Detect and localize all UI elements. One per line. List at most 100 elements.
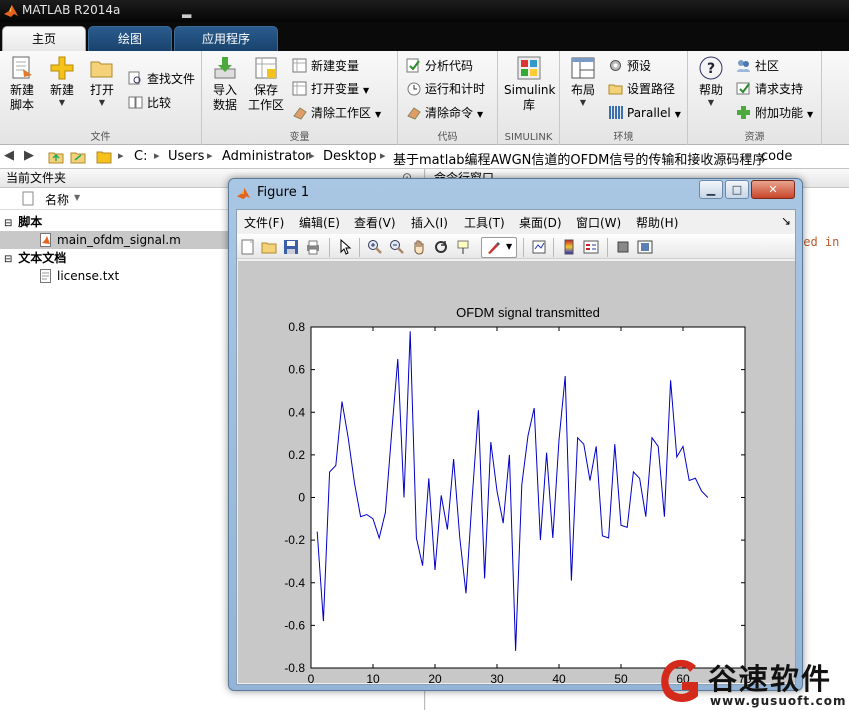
minimize-icon[interactable]: ▂	[182, 4, 191, 18]
menu-file[interactable]: 文件(F)	[244, 214, 284, 231]
folder-icon	[96, 151, 112, 164]
path-crumb[interactable]: Users	[168, 149, 204, 164]
path-crumb[interactable]: Administrator	[222, 149, 311, 164]
figure-toolbar: ▼	[237, 234, 795, 259]
code-group-label: 代码	[437, 132, 458, 143]
collapse-icon[interactable]: ⊟	[4, 218, 12, 229]
link-plot-icon[interactable]	[531, 239, 547, 255]
menu-desktop[interactable]: 桌面(D)	[519, 214, 562, 231]
matlab-file-icon	[40, 233, 51, 247]
menu-edit[interactable]: 编辑(E)	[299, 214, 340, 231]
figure-canvas: 0 10 20 30 40 50 60 70 0.8 0.6 0.4 0.2 0 -0.2 -0.4 -0.6…	[238, 261, 795, 683]
analyze-code-button[interactable]: 分析代码	[406, 56, 473, 76]
clear-commands-icon	[407, 107, 421, 120]
path-separator: ▸	[746, 149, 752, 162]
environment-group-label: 环境	[613, 132, 634, 143]
import-icon	[214, 57, 236, 79]
simulink-library-button[interactable]: Simulink 库	[504, 55, 555, 113]
colorbar-icon[interactable]	[561, 239, 577, 255]
hide-plot-tools-icon[interactable]	[615, 239, 631, 255]
menu-tools[interactable]: 工具(T)	[464, 214, 505, 231]
run-and-time-button[interactable]: 运行和计时	[406, 79, 485, 99]
ribbon: 新建 脚本 新建 ▼ 打开 ▼ 查找文件 比较 文件 导入 数据 保存 工作区 新建变量	[0, 51, 849, 145]
back-icon[interactable]: ◀	[4, 148, 14, 163]
axes-background[interactable]	[310, 326, 746, 669]
new-figure-icon[interactable]	[240, 239, 256, 255]
toolbar-separator	[553, 238, 554, 257]
find-files-button[interactable]: 查找文件	[128, 69, 195, 89]
rotate-3d-icon[interactable]	[433, 239, 449, 255]
x-tick-label: 30	[490, 672, 504, 683]
figure-menubar: 文件(F) 编辑(E) 查看(V) 插入(I) 工具(T) 桌面(D) 窗口(W…	[237, 210, 795, 233]
path-crumb[interactable]: code	[761, 149, 792, 164]
request-support-button[interactable]: 请求支持	[736, 79, 803, 99]
import-data-button[interactable]: 导入 数据	[206, 55, 244, 113]
open-file-icon[interactable]	[261, 239, 277, 255]
up-folder-icon[interactable]	[48, 149, 64, 165]
new-variable-button[interactable]: 新建变量	[292, 56, 359, 76]
set-path-button[interactable]: 设置路径	[608, 79, 675, 99]
watermark: 谷速软件 www.gusuoft.com	[652, 652, 849, 710]
toolbar-separator	[607, 238, 608, 257]
close-button[interactable]: ✕	[751, 180, 795, 199]
find-files-icon	[128, 71, 141, 85]
window-title: MATLAB R2014a	[22, 3, 121, 17]
path-crumb[interactable]: C:	[134, 149, 147, 164]
simulink-group: Simulink 库 SIMULINK	[498, 51, 560, 145]
menubar-expand-icon[interactable]: ↘	[781, 214, 791, 228]
menu-help[interactable]: 帮助(H)	[636, 214, 678, 231]
community-button[interactable]: 社区	[736, 56, 779, 76]
path-crumb[interactable]: 基于matlab编程AWGN信道的OFDM信号的传输和接收源码程序	[393, 149, 765, 168]
zoom-in-icon[interactable]	[367, 239, 383, 255]
y-tick-label: 0.2	[288, 448, 305, 462]
text-file-icon	[40, 269, 51, 283]
path-separator: ▸	[309, 149, 315, 162]
address-bar: ◀ ▶ ▸ C: ▸ Users ▸ Administrator ▸ Deskt…	[0, 145, 849, 169]
y-tick-label: -0.2	[284, 533, 305, 547]
browse-folder-icon[interactable]	[70, 149, 86, 165]
sort-icon[interactable]: ▼	[74, 193, 80, 202]
save-icon[interactable]	[283, 239, 299, 255]
figure-client-area: 文件(F) 编辑(E) 查看(V) 插入(I) 工具(T) 桌面(D) 窗口(W…	[236, 209, 796, 685]
forward-icon[interactable]: ▶	[24, 148, 34, 163]
tab-plots[interactable]: 绘图	[88, 26, 172, 51]
open-button[interactable]: 打开 ▼	[84, 55, 120, 108]
layout-button[interactable]: 布局 ▼	[564, 55, 602, 108]
maximize-button[interactable]: □	[725, 180, 749, 199]
menu-view[interactable]: 查看(V)	[354, 214, 396, 231]
tab-apps[interactable]: 应用程序	[174, 26, 278, 51]
clear-workspace-button[interactable]: 清除工作区 ▼	[292, 103, 381, 123]
pan-icon[interactable]	[411, 239, 427, 255]
brush-dropdown-icon[interactable]: ▼	[506, 242, 512, 251]
add-ons-button[interactable]: 附加功能 ▼	[736, 103, 813, 123]
path-separator: ▸	[380, 149, 386, 162]
help-button[interactable]: ? 帮助 ▼	[694, 55, 728, 108]
minimize-button[interactable]: ▁	[699, 180, 723, 199]
zoom-out-icon[interactable]	[389, 239, 405, 255]
clear-commands-button[interactable]: 清除命令 ▼	[406, 103, 483, 123]
chart-title: OFDM signal transmitted	[456, 305, 600, 320]
data-cursor-icon[interactable]	[455, 239, 471, 255]
add-ons-icon	[737, 106, 750, 119]
matlab-logo-icon	[236, 187, 251, 200]
parallel-button[interactable]: Parallel ▼	[608, 103, 681, 123]
pointer-icon[interactable]	[337, 239, 353, 255]
tab-home[interactable]: 主页	[2, 26, 86, 51]
open-variable-icon	[292, 81, 307, 96]
new-button[interactable]: 新建 ▼	[44, 55, 80, 108]
menu-insert[interactable]: 插入(I)	[411, 214, 448, 231]
menu-window[interactable]: 窗口(W)	[576, 214, 621, 231]
print-icon[interactable]	[305, 239, 321, 255]
show-plot-tools-icon[interactable]	[637, 239, 653, 255]
path-crumb[interactable]: Desktop	[323, 149, 377, 164]
preferences-button[interactable]: 预设	[608, 56, 651, 76]
brush-button[interactable]: ▼	[481, 237, 517, 258]
legend-icon[interactable]	[583, 239, 599, 255]
new-script-button[interactable]: 新建 脚本	[4, 55, 40, 113]
save-workspace-button[interactable]: 保存 工作区	[246, 55, 286, 113]
open-variable-button[interactable]: 打开变量 ▼	[292, 79, 369, 99]
collapse-icon[interactable]: ⊟	[4, 254, 12, 265]
community-icon	[737, 60, 750, 72]
compare-button[interactable]: 比较	[128, 93, 171, 113]
simulink-group-label: SIMULINK	[504, 132, 553, 143]
